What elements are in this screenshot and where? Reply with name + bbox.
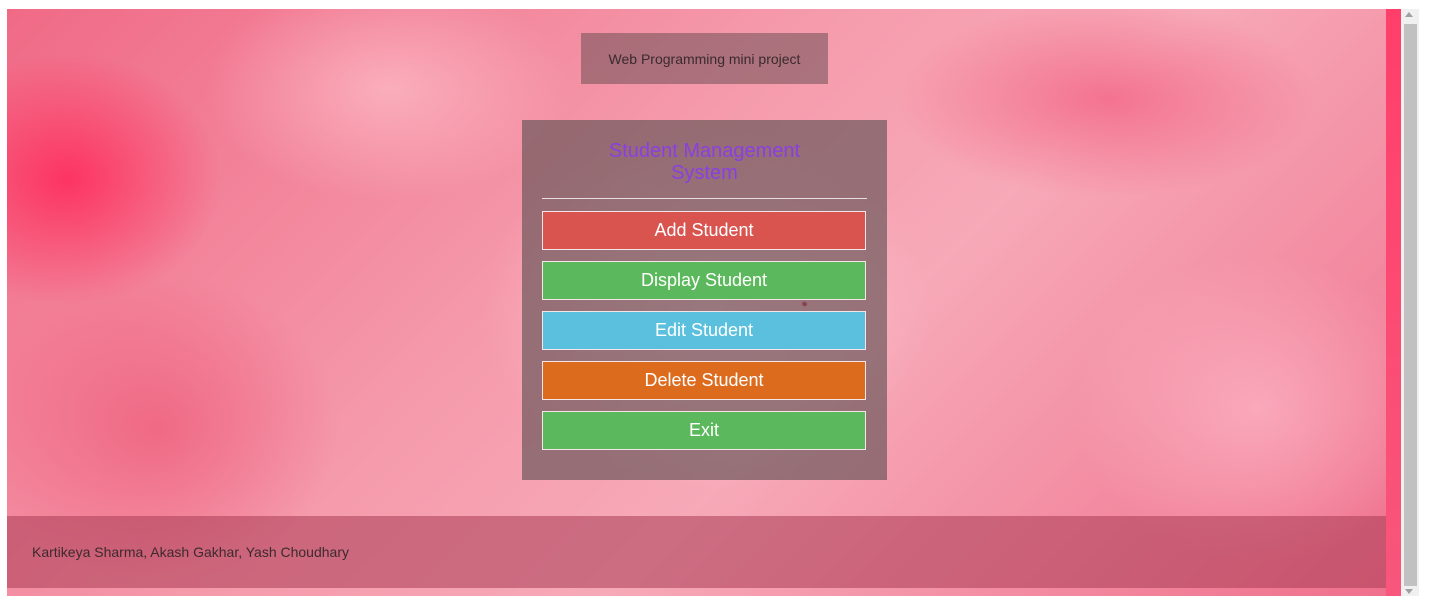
panel-divider <box>542 198 867 199</box>
delete-student-label: Delete Student <box>644 370 764 390</box>
exit-button[interactable]: Exit <box>542 411 866 450</box>
page-background: Web Programming mini project Student Man… <box>7 9 1401 596</box>
footer-authors: Kartikeya Sharma, Akash Gakhar, Yash Cho… <box>32 544 349 560</box>
exit-label: Exit <box>688 420 719 440</box>
scroll-up-arrow-icon[interactable] <box>1405 12 1413 17</box>
page-right-edge <box>1386 9 1401 596</box>
edit-student-label: Edit Student <box>654 320 754 340</box>
delete-student-button[interactable]: Delete Student <box>542 361 866 400</box>
footer: Kartikeya Sharma, Akash Gakhar, Yash Cho… <box>7 516 1401 588</box>
display-student-button[interactable]: Display Student <box>542 261 866 300</box>
add-student-label: Add Student <box>654 220 754 240</box>
project-title-box: Web Programming mini project <box>581 33 828 84</box>
scrollbar-thumb[interactable] <box>1404 24 1417 586</box>
menu-panel: Student Management System Add Student Di… <box>522 120 887 480</box>
edit-student-button[interactable]: Edit Student <box>542 311 866 350</box>
add-student-button[interactable]: Add Student <box>542 211 866 250</box>
panel-title: Student Management System <box>608 140 801 184</box>
scroll-down-arrow-icon[interactable] <box>1405 589 1413 594</box>
project-title: Web Programming mini project <box>608 50 801 67</box>
display-student-label: Display Student <box>640 270 768 290</box>
